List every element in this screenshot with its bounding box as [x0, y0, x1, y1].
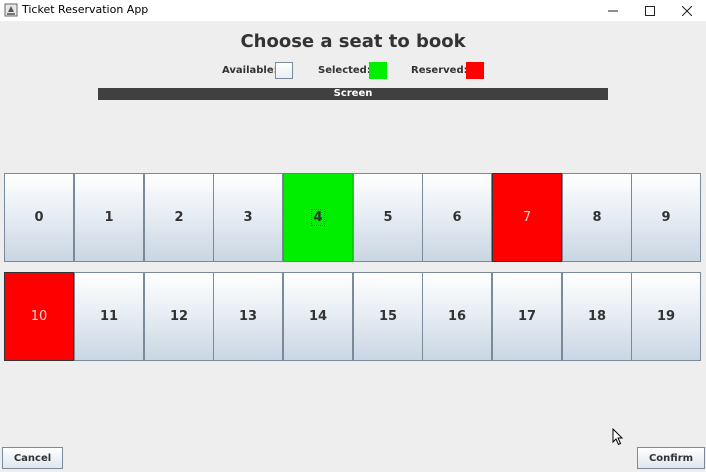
seat-button-9[interactable]: 9 — [631, 173, 701, 262]
legend-selected-label: Selected: — [318, 65, 371, 76]
legend-reserved-label: Reserved: — [411, 65, 468, 76]
window-title: Ticket Reservation App — [22, 3, 149, 16]
seat-button-3[interactable]: 3 — [213, 173, 283, 262]
seat-button-12[interactable]: 12 — [144, 272, 214, 361]
seat-button-0[interactable]: 0 — [4, 173, 74, 262]
seat-button-16[interactable]: 16 — [422, 272, 492, 361]
legend-available-swatch — [275, 62, 293, 79]
seat-button-5[interactable]: 5 — [353, 173, 423, 262]
seat-label: 12 — [169, 309, 189, 324]
seat-button-6[interactable]: 6 — [422, 173, 492, 262]
seat-label: 1 — [104, 210, 114, 225]
close-icon — [682, 5, 692, 16]
seat-button-7[interactable]: 7 — [492, 173, 562, 262]
cancel-button[interactable]: Cancel — [2, 447, 63, 469]
legend-reserved-swatch — [466, 62, 484, 79]
seat-button-14[interactable]: 14 — [283, 272, 353, 361]
seat-label: 10 — [30, 309, 48, 324]
seat-label: 4 — [311, 209, 325, 226]
seat-label: 7 — [522, 210, 532, 225]
seat-button-19[interactable]: 19 — [631, 272, 701, 361]
seat-label: 14 — [308, 309, 328, 324]
seat-button-13[interactable]: 13 — [213, 272, 283, 361]
seat-label: 11 — [99, 309, 119, 324]
seat-label: 5 — [383, 210, 393, 225]
seat-button-17[interactable]: 17 — [492, 272, 562, 361]
seat-label: 15 — [378, 309, 398, 324]
seat-button-1[interactable]: 1 — [74, 173, 144, 262]
legend-available-label: Available: — [222, 65, 278, 76]
seat-button-11[interactable]: 11 — [74, 272, 144, 361]
legend-selected-swatch — [369, 62, 387, 79]
minimize-icon — [608, 10, 618, 11]
seat-label: 3 — [243, 210, 253, 225]
seat-button-8[interactable]: 8 — [562, 173, 632, 262]
seat-button-10[interactable]: 10 — [4, 272, 74, 361]
page-title: Choose a seat to book — [240, 31, 466, 52]
seat-button-4[interactable]: 4 — [283, 173, 353, 262]
seat-label: 8 — [592, 210, 602, 225]
maximize-icon — [645, 5, 655, 16]
seat-button-18[interactable]: 18 — [562, 272, 632, 361]
title-bar: Ticket Reservation App — [0, 0, 706, 21]
confirm-button[interactable]: Confirm — [637, 447, 705, 469]
close-button[interactable] — [664, 0, 706, 21]
seat-label: 2 — [174, 210, 184, 225]
seat-label: 6 — [452, 210, 462, 225]
mouse-cursor-icon — [612, 428, 624, 446]
java-app-icon — [4, 3, 18, 17]
seat-label: 16 — [447, 309, 467, 324]
seat-label: 19 — [656, 309, 676, 324]
seat-label: 9 — [661, 210, 671, 225]
screen-indicator: Screen — [98, 88, 608, 100]
seat-label: 17 — [517, 309, 537, 324]
seat-label: 18 — [587, 309, 607, 324]
seat-label: 0 — [34, 210, 44, 225]
seat-button-2[interactable]: 2 — [144, 173, 214, 262]
seat-button-15[interactable]: 15 — [353, 272, 423, 361]
seat-label: 13 — [238, 309, 258, 324]
